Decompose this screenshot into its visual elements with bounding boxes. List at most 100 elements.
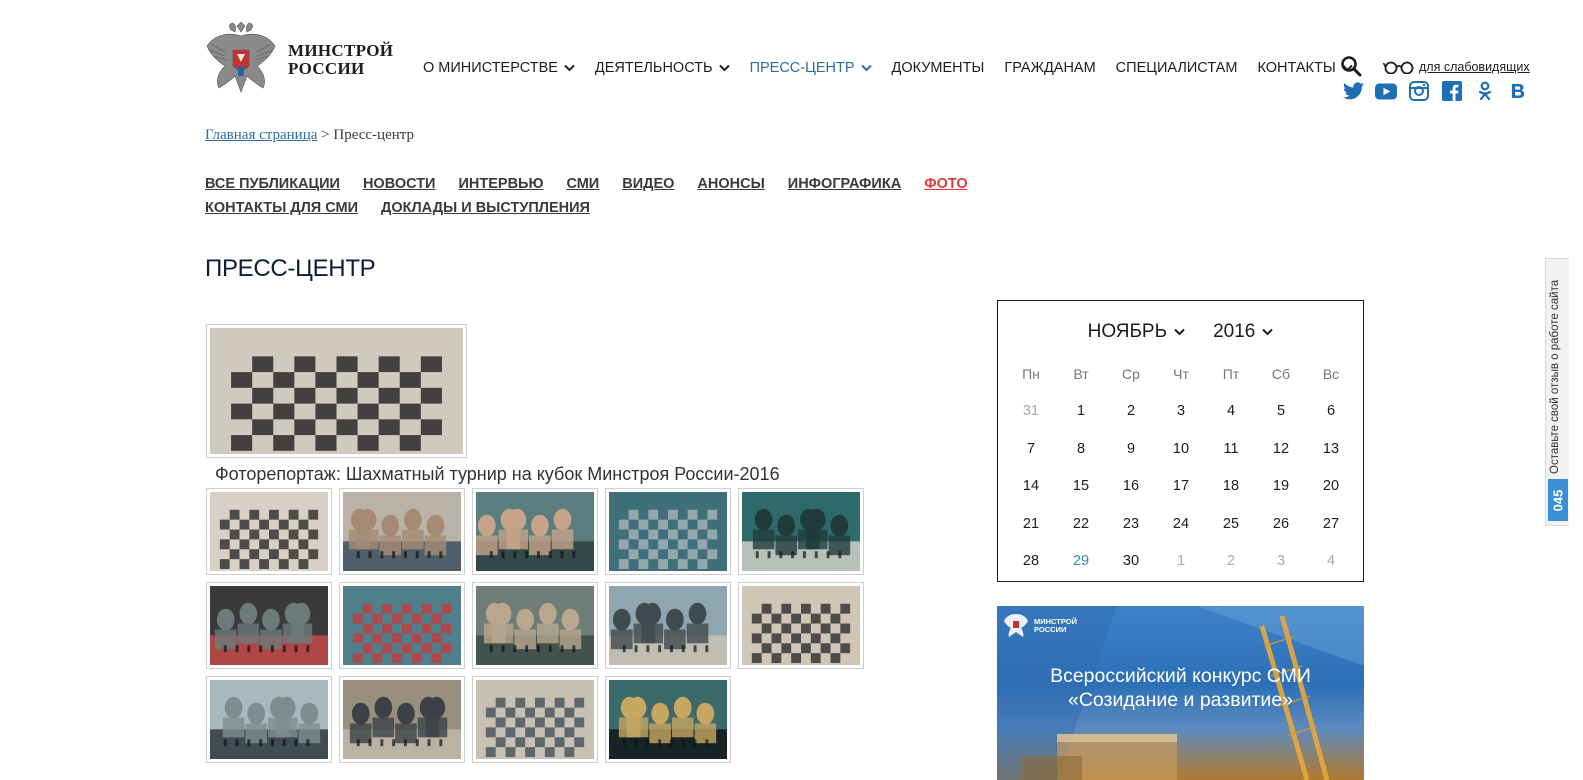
odnoklassniki-icon[interactable] [1474,80,1496,102]
calendar-day[interactable]: 1 [1156,550,1206,588]
subnav-item-2[interactable]: ИНТЕРВЬЮ [458,176,543,192]
gallery-thumbnail[interactable] [738,582,864,669]
calendar-day[interactable]: 22 [1056,513,1106,551]
nav-item-1[interactable]: ДЕЯТЕЛЬНОСТЬ [595,60,730,76]
calendar-day[interactable]: 3 [1256,550,1306,588]
calendar-day[interactable]: 29 [1056,550,1106,588]
news-calendar: НОЯБРЬ 2016 Пн Вт Ср Чт Пт Сб Вс 31 1 2 3 4 5 6 7 8 9 10 1… [997,300,1364,582]
photo-graphic [210,586,328,665]
photo-graphic [609,680,727,759]
calendar-day[interactable]: 7 [1006,438,1056,476]
nav-item-5[interactable]: СПЕЦИАЛИСТАМ [1116,60,1238,76]
calendar-day[interactable]: 20 [1306,475,1356,513]
banner-title: Всероссийский конкурс СМИ [1050,665,1311,687]
gallery-thumbnail[interactable] [472,488,598,575]
month-select[interactable]: НОЯБРЬ [1088,321,1185,343]
subnav-item-4[interactable]: ВИДЕО [622,176,674,192]
subnav-item-8[interactable]: КОНТАКТЫ ДЛЯ СМИ [205,200,358,216]
calendar-day[interactable]: 13 [1306,438,1356,476]
search-icon[interactable] [1340,55,1362,77]
nav-item-0[interactable]: О МИНИСТЕРСТВЕ [423,60,575,76]
gallery-thumbnail[interactable] [605,582,731,669]
calendar-day[interactable]: 8 [1056,438,1106,476]
gallery-thumbnail[interactable] [605,676,731,763]
calendar-day[interactable]: 24 [1156,513,1206,551]
twitter-icon[interactable] [1342,80,1364,102]
gallery-cover-photo[interactable] [206,324,467,458]
calendar-day[interactable]: 3 [1156,400,1206,438]
logo-text: МИНСТРОЙ РОССИИ [288,42,393,78]
gallery-thumbnail[interactable] [206,676,332,763]
calendar-day[interactable]: 31 [1006,400,1056,438]
gallery-thumbnail[interactable] [206,488,332,575]
chevron-down-icon [1262,328,1274,336]
nav-item-2[interactable]: ПРЕСС-ЦЕНТР [750,60,872,76]
calendar-day[interactable]: 11 [1206,438,1256,476]
nav-item-4[interactable]: ГРАЖДАНАМ [1004,60,1095,76]
vk-icon[interactable] [1507,80,1529,102]
calendar-day[interactable]: 26 [1256,513,1306,551]
calendar-day[interactable]: 28 [1006,550,1056,588]
calendar-day[interactable]: 14 [1006,475,1056,513]
calendar-day[interactable]: 25 [1206,513,1256,551]
subnav-item-5[interactable]: АНОНСЫ [697,176,764,192]
thumbnail-photo [742,492,860,571]
gallery-thumbnail[interactable] [605,488,731,575]
nav-item-label: О МИНИСТЕРСТВЕ [423,60,558,76]
subnav-item-0[interactable]: ВСЕ ПУБЛИКАЦИИ [205,176,340,192]
site-logo[interactable]: МИНСТРОЙ РОССИИ [205,22,393,98]
chevron-down-icon [860,64,872,72]
calendar-day[interactable]: 1 [1056,400,1106,438]
calendar-day[interactable]: 15 [1056,475,1106,513]
calendar-day[interactable]: 6 [1306,400,1356,438]
year-select[interactable]: 2016 [1213,321,1274,343]
calendar-day[interactable]: 21 [1006,513,1056,551]
calendar-day[interactable]: 30 [1106,550,1156,588]
calendar-day[interactable]: 12 [1256,438,1306,476]
gallery-thumbnail[interactable] [472,676,598,763]
instagram-icon[interactable] [1408,80,1430,102]
subnav-item-9[interactable]: ДОКЛАДЫ И ВЫСТУПЛЕНИЯ [381,200,590,216]
nav-item-6[interactable]: КОНТАКТЫ [1257,60,1353,76]
gallery-thumbnail[interactable] [339,488,465,575]
photo-graphic [476,492,594,571]
calendar-day[interactable]: 17 [1156,475,1206,513]
calendar-day[interactable]: 4 [1206,400,1256,438]
thumbnail-photo [476,586,594,665]
chevron-down-icon [1174,328,1185,336]
calendar-day[interactable]: 23 [1106,513,1156,551]
gallery-thumbnail[interactable] [472,582,598,669]
gallery-thumbnail[interactable] [206,582,332,669]
calendar-day[interactable]: 19 [1256,475,1306,513]
youtube-icon[interactable] [1375,80,1397,102]
breadcrumb-home-link[interactable]: Главная страница [205,127,317,143]
feedback-badge-value: 045 [1550,489,1566,511]
thumbnail-photo [210,586,328,665]
low-vision-link[interactable]: для слабовидящих [1383,60,1530,74]
chess-tournament-photo [210,328,463,454]
calendar-day[interactable]: 4 [1306,550,1356,588]
gallery-thumbnail[interactable] [738,488,864,575]
subnav-item-1[interactable]: НОВОСТИ [363,176,436,192]
calendar-day[interactable]: 18 [1206,475,1256,513]
media-contest-banner[interactable]: МИНСТРОЙ РОССИИ Всероссийский конкурс СМ… [997,606,1364,780]
subnav-item-6[interactable]: ИНФОГРАФИКА [788,176,901,192]
thumbnail-photo [742,586,860,665]
social-links [1342,80,1540,102]
gallery-caption[interactable]: Фоторепортаж: Шахматный турнир на кубок … [215,464,780,485]
facebook-icon[interactable] [1441,80,1463,102]
calendar-day[interactable]: 2 [1206,550,1256,588]
photo-graphic [742,586,860,665]
calendar-day[interactable]: 2 [1106,400,1156,438]
calendar-day[interactable]: 9 [1106,438,1156,476]
gallery-thumbnail[interactable] [339,582,465,669]
nav-item-3[interactable]: ДОКУМЕНТЫ [892,60,985,76]
calendar-day[interactable]: 27 [1306,513,1356,551]
calendar-day[interactable]: 16 [1106,475,1156,513]
calendar-day[interactable]: 10 [1156,438,1206,476]
feedback-tab[interactable]: Оставьте свой отзыв о работе сайта 045 [1545,258,1569,526]
subnav-item-3[interactable]: СМИ [566,176,599,192]
gallery-thumbnail[interactable] [339,676,465,763]
subnav-item-7[interactable]: ФОТО [924,176,967,192]
calendar-day[interactable]: 5 [1256,400,1306,438]
